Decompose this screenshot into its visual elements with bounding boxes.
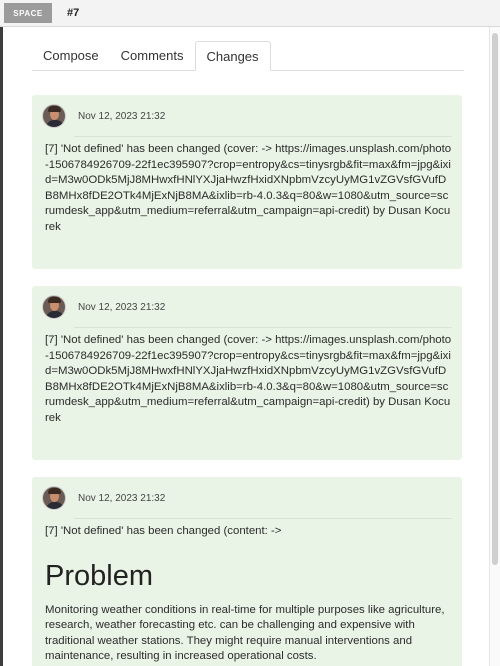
divider [74,518,452,519]
tab-bar: Compose Comments Changes [32,41,464,71]
tab-comments[interactable]: Comments [110,41,195,70]
avatar [42,104,66,128]
scrollbar-thumb[interactable] [492,33,498,565]
avatar [42,295,66,319]
change-entry: Nov 12, 2023 21:32 [7] 'Not defined' has… [32,95,462,269]
detail-panel: Compose Comments Changes Nov 12, 2023 21… [3,27,489,666]
scrollbar[interactable] [489,27,500,666]
divider [74,327,452,328]
change-date: Nov 12, 2023 21:32 [78,110,166,122]
item-id: #7 [67,7,80,19]
change-entry: Nov 12, 2023 21:32 [7] 'Not defined' has… [32,286,462,460]
content-body: Monitoring weather conditions in real-ti… [45,603,445,663]
change-date: Nov 12, 2023 21:32 [78,492,166,504]
change-text: [7] 'Not defined' has been changed (cont… [45,525,282,537]
content-heading: Problem [45,559,153,592]
change-entry: Nov 12, 2023 21:32 [7] 'Not defined' has… [32,477,462,666]
avatar [42,486,66,510]
change-date: Nov 12, 2023 21:32 [78,301,166,313]
tab-changes[interactable]: Changes [194,41,271,71]
change-text: [7] 'Not defined' has been changed (cove… [45,143,452,233]
space-badge[interactable]: SPACE [4,3,52,23]
tab-compose[interactable]: Compose [32,41,110,70]
top-bar: SPACE #7 [0,0,500,27]
change-text: [7] 'Not defined' has been changed (cove… [45,334,452,424]
change-header: Nov 12, 2023 21:32 [42,295,452,319]
change-header: Nov 12, 2023 21:32 [42,486,452,510]
divider [74,136,452,137]
change-header: Nov 12, 2023 21:32 [42,104,452,128]
